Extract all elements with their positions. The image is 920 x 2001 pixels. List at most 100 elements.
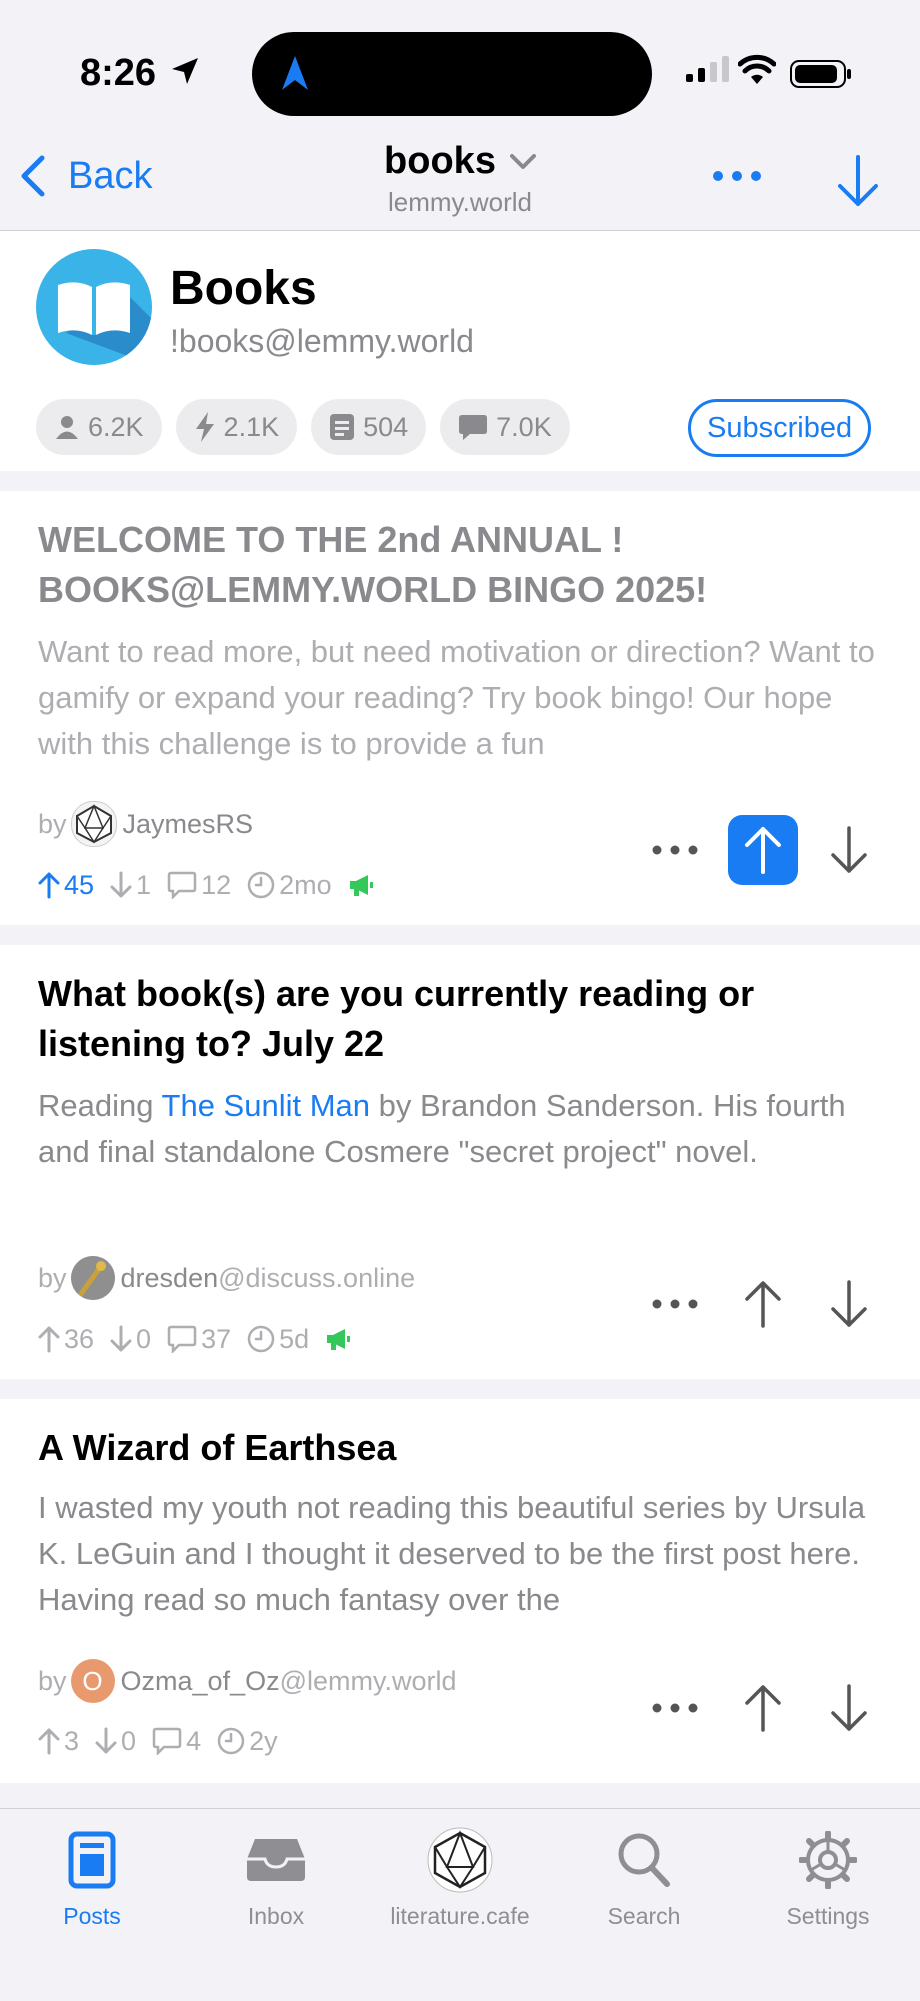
arrow-up-icon xyxy=(745,827,781,874)
account-d20-avatar-icon xyxy=(427,1827,493,1893)
post-stats: 3 0 4 2y xyxy=(38,1721,294,1761)
active-users-chip: 2.1K xyxy=(175,399,298,455)
comment-bubble-icon xyxy=(152,1727,182,1755)
chevron-down-icon xyxy=(509,153,536,169)
document-icon xyxy=(330,414,355,440)
inbox-tray-icon xyxy=(247,1839,305,1881)
more-icon[interactable] xyxy=(712,170,762,182)
tab-bar: Posts Inbox literature.cafe Search Setti… xyxy=(0,1808,920,2001)
upvote-button[interactable] xyxy=(728,815,798,885)
post-byline: by dresden @discuss.online xyxy=(38,1255,415,1301)
pinned-megaphone-icon xyxy=(349,875,373,896)
more-icon xyxy=(652,1703,698,1713)
community-handle: !books@lemmy.world xyxy=(170,323,474,359)
nav-title: books xyxy=(384,140,496,182)
arrow-down-icon xyxy=(110,871,132,898)
upvote-button[interactable] xyxy=(728,1673,798,1743)
post-actions xyxy=(650,1673,900,1743)
author-avatar[interactable]: O xyxy=(70,1659,115,1703)
book-link[interactable]: The Sunlit Man xyxy=(162,1088,371,1123)
subscribed-button[interactable]: Subscribed xyxy=(688,399,872,457)
scroll-down-arrow-icon[interactable] xyxy=(836,154,880,208)
post-age: 2y xyxy=(217,1726,278,1757)
open-book-icon xyxy=(58,282,152,365)
comment-count: 4 xyxy=(152,1726,201,1757)
more-icon xyxy=(652,845,698,855)
downvote-count: 0 xyxy=(110,1324,151,1355)
post-card[interactable]: WELCOME TO THE 2nd ANNUAL ! BOOKS@LEMMY.… xyxy=(0,491,920,925)
post-actions xyxy=(650,1269,900,1339)
status-bar: 8:26 xyxy=(0,0,920,140)
location-arrow-icon xyxy=(172,58,198,84)
cellular-signal-icon xyxy=(686,56,729,82)
upvote-button[interactable] xyxy=(728,1269,798,1339)
author-name[interactable]: JaymesRS xyxy=(123,809,254,840)
post-age: 5d xyxy=(247,1324,309,1355)
nav-subtitle: lemmy.world xyxy=(388,187,532,217)
upvote-count: 3 xyxy=(38,1726,79,1757)
comment-count: 12 xyxy=(167,870,231,901)
arrow-up-icon xyxy=(745,1685,781,1732)
posts-icon xyxy=(68,1831,116,1889)
status-time: 8:26 xyxy=(80,52,157,94)
downvote-count: 1 xyxy=(110,870,151,901)
comment-bubble-icon xyxy=(167,871,197,899)
more-icon xyxy=(652,1299,698,1309)
clock-icon xyxy=(217,1727,245,1755)
post-stats: 45 1 12 2mo xyxy=(38,865,374,905)
downvote-button[interactable] xyxy=(814,815,884,885)
arrow-down-icon xyxy=(831,826,867,873)
author-name[interactable]: Ozma_of_Oz xyxy=(121,1666,280,1697)
author-avatar[interactable] xyxy=(70,1256,115,1300)
downvote-button[interactable] xyxy=(814,1673,884,1743)
clock-icon xyxy=(247,1325,275,1353)
post-more-button[interactable] xyxy=(650,1279,700,1329)
author-instance: @lemmy.world xyxy=(279,1665,457,1696)
d20-dice-icon xyxy=(75,804,112,844)
wifi-icon xyxy=(738,54,776,84)
tab-account[interactable]: literature.cafe xyxy=(368,1823,552,1930)
post-card[interactable]: What book(s) are you currently reading o… xyxy=(0,945,920,1379)
downvote-button[interactable] xyxy=(814,1269,884,1339)
tab-search[interactable]: Search xyxy=(552,1823,736,1930)
author-avatar[interactable] xyxy=(70,801,117,847)
arrow-up-icon xyxy=(38,1728,60,1755)
author-instance: @discuss.online xyxy=(218,1262,416,1293)
post-byline: by JaymesRS xyxy=(38,801,253,847)
downvote-count: 0 xyxy=(95,1726,136,1757)
arrow-up-icon xyxy=(745,1281,781,1328)
comment-bubble-icon xyxy=(459,415,488,440)
community-switcher[interactable]: books lemmy.world xyxy=(0,140,920,218)
comments-count-chip: 7.0K xyxy=(440,399,570,455)
tab-posts[interactable]: Posts xyxy=(0,1823,184,1930)
comment-bubble-icon xyxy=(167,1325,197,1353)
post-more-button[interactable] xyxy=(650,825,700,875)
arrow-down-icon xyxy=(110,1325,132,1352)
post-card[interactable]: A Wizard of Earthsea I wasted my youth n… xyxy=(0,1399,920,1783)
arrow-down-icon xyxy=(95,1727,117,1754)
post-title: WELCOME TO THE 2nd ANNUAL ! BOOKS@LEMMY.… xyxy=(38,519,708,610)
bolt-icon xyxy=(195,412,214,442)
post-actions xyxy=(650,815,900,885)
community-header: Books !books@lemmy.world 6.2K 2.1K 504 7… xyxy=(0,231,920,471)
post-title: A Wizard of Earthsea xyxy=(38,1427,397,1468)
post-title: What book(s) are you currently reading o… xyxy=(38,973,755,1064)
post-body: Want to read more, but need motivation o… xyxy=(38,634,875,761)
upvote-count: 36 xyxy=(38,1324,94,1355)
gear-icon xyxy=(799,1831,857,1889)
post-more-button[interactable] xyxy=(650,1683,700,1733)
battery-icon xyxy=(790,60,851,88)
navigation-arrow-icon xyxy=(282,56,308,90)
tab-settings[interactable]: Settings xyxy=(736,1823,920,1930)
author-name[interactable]: dresden xyxy=(121,1263,219,1294)
arrow-down-icon xyxy=(831,1684,867,1731)
subscribers-chip: 6.2K xyxy=(36,399,162,455)
comment-count: 37 xyxy=(167,1324,231,1355)
upvote-count: 45 xyxy=(38,870,94,901)
tab-inbox[interactable]: Inbox xyxy=(184,1823,368,1930)
arrow-up-icon xyxy=(38,872,60,899)
staff-avatar-icon xyxy=(70,1256,115,1300)
post-age: 2mo xyxy=(247,870,332,901)
community-stats: 6.2K 2.1K 504 7.0K xyxy=(36,399,584,455)
navigation-bar: Back books lemmy.world xyxy=(0,140,920,230)
